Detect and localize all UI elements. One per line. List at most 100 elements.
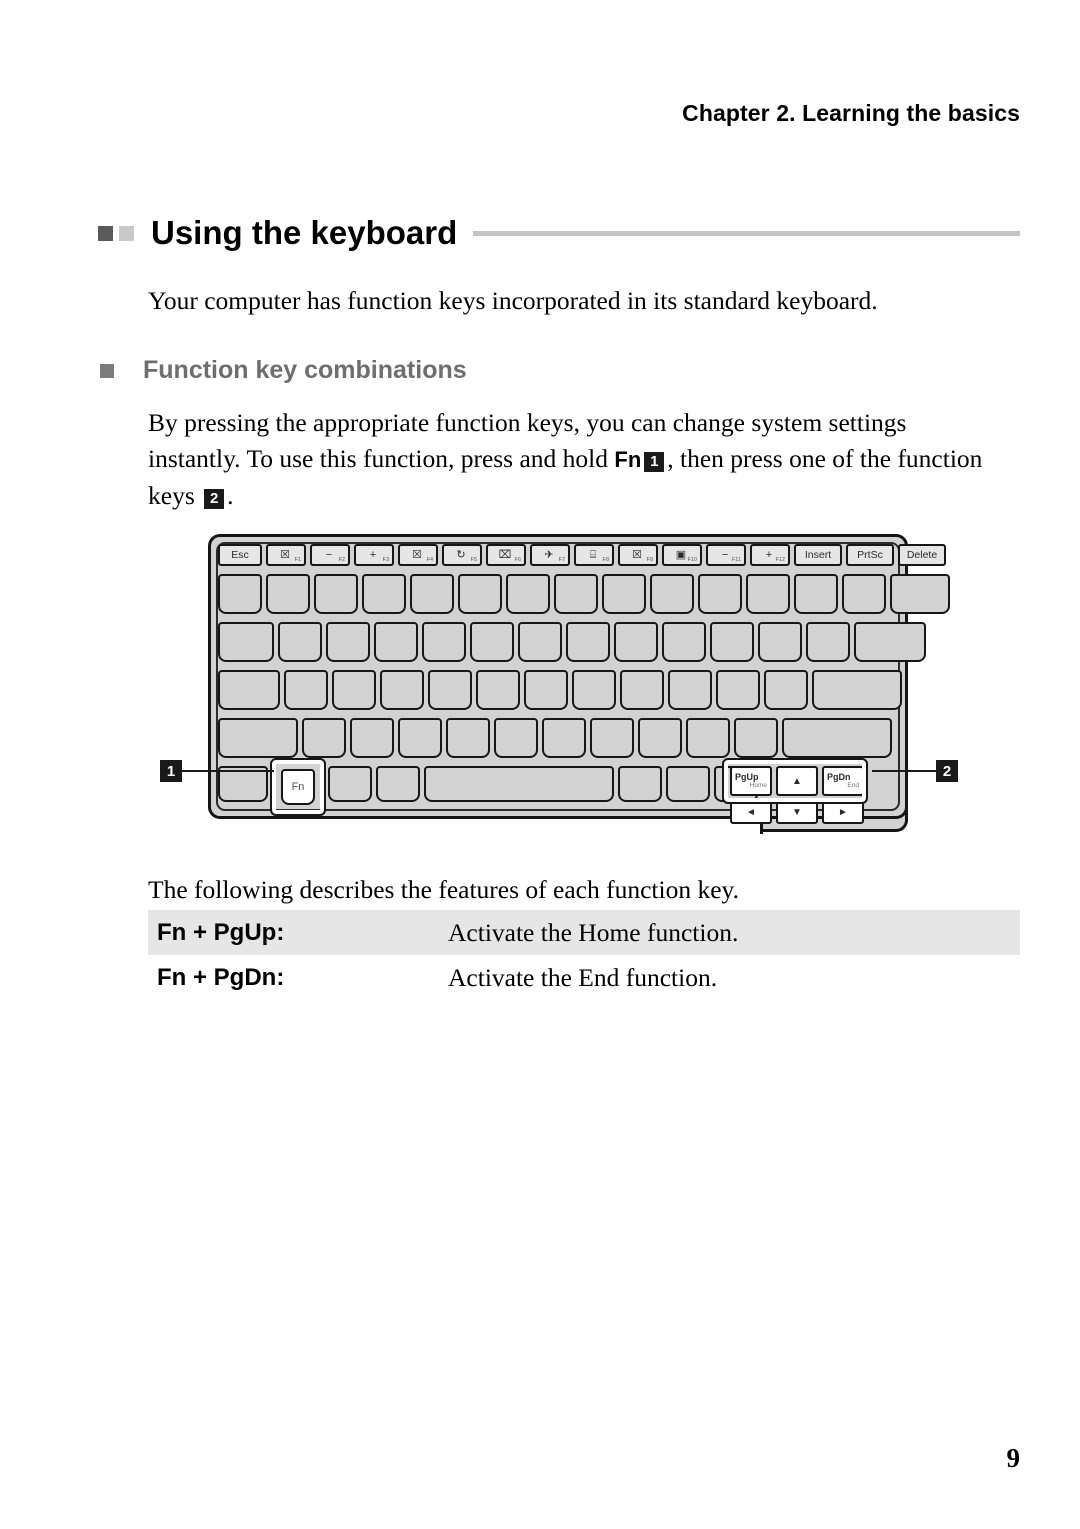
key-airplane-mode-icon[interactable]: ✈ F7 xyxy=(530,544,570,566)
keyboard-key[interactable] xyxy=(494,718,538,758)
keyboard-key[interactable] xyxy=(410,574,454,614)
keyboard-key[interactable] xyxy=(506,574,550,614)
keyboard-key[interactable] xyxy=(602,574,646,614)
keyboard-key[interactable] xyxy=(782,718,892,758)
keyboard-key[interactable] xyxy=(638,718,682,758)
key-touchpad-toggle-icon[interactable]: ⌧ F6 xyxy=(486,544,526,566)
table-cell-key-combo: Fn + PgDn: xyxy=(157,963,285,991)
keyboard-key[interactable] xyxy=(794,574,838,614)
touchpad-toggle-icon: ⌧ xyxy=(498,548,512,561)
keyboard-key[interactable] xyxy=(554,574,598,614)
keyboard-key[interactable] xyxy=(666,766,710,802)
keyboard-key[interactable] xyxy=(326,622,370,662)
key-brightness-up-icon[interactable]: + F12 xyxy=(750,544,790,566)
keyboard-key[interactable] xyxy=(746,574,790,614)
keyboard-key[interactable] xyxy=(572,670,616,710)
key-arrow-right[interactable]: ► xyxy=(822,800,864,824)
key-refresh-icon[interactable]: ↻ F5 xyxy=(442,544,482,566)
keyboard-key[interactable] xyxy=(758,622,802,662)
keyboard-key[interactable] xyxy=(278,622,322,662)
keyboard-key[interactable] xyxy=(218,574,262,614)
keyboard-key[interactable] xyxy=(218,718,298,758)
keyboard-key[interactable] xyxy=(698,574,742,614)
page-number: 9 xyxy=(1006,1443,1021,1473)
keyboard-key[interactable] xyxy=(618,766,662,802)
keyboard-key[interactable] xyxy=(524,670,568,710)
keyboard-key[interactable] xyxy=(302,718,346,758)
key-volume-up-icon[interactable]: + F3 xyxy=(354,544,394,566)
keyboard-key[interactable] xyxy=(590,718,634,758)
keyboard-key[interactable] xyxy=(734,718,778,758)
keyboard-key[interactable] xyxy=(686,718,730,758)
keyboard-diagram: Esc ☒ F1 − F2 + F3 ☒ F4 ↻ F5 ⌧ F6 ✈ F7 ⌸ F8 ☒ F9 ▣ F10− F11 + F… xyxy=(160,528,960,838)
keyboard-key[interactable] xyxy=(424,766,614,802)
key-label: Insert xyxy=(804,549,832,561)
key-arrow-left[interactable]: ◄ xyxy=(730,800,772,824)
keyboard-key[interactable] xyxy=(764,670,808,710)
keyboard-key[interactable] xyxy=(328,766,372,802)
keyboard-key[interactable] xyxy=(398,718,442,758)
keyboard-key[interactable] xyxy=(662,622,706,662)
keyboard-row-1 xyxy=(218,574,950,614)
keyboard-key[interactable] xyxy=(566,622,610,662)
keyboard-key[interactable] xyxy=(854,622,926,662)
key-label: PrtSc xyxy=(857,549,883,561)
body-line2a: instantly. To use this function, press a… xyxy=(148,444,615,473)
keyboard-key[interactable] xyxy=(374,622,418,662)
keyboard-key[interactable] xyxy=(668,670,712,710)
keyboard-key[interactable] xyxy=(218,670,280,710)
keyboard-key[interactable] xyxy=(458,574,502,614)
key-fnum-label: F3 xyxy=(382,557,389,563)
keyboard-key[interactable] xyxy=(266,574,310,614)
keyboard-key[interactable] xyxy=(446,718,490,758)
keyboard-key[interactable] xyxy=(890,574,950,614)
keyboard-key[interactable] xyxy=(376,766,420,802)
keyboard-key[interactable] xyxy=(362,574,406,614)
subheading-row: Function key combinations xyxy=(100,356,467,385)
keyboard-key[interactable] xyxy=(518,622,562,662)
keyboard-key[interactable] xyxy=(314,574,358,614)
keyboard-key[interactable] xyxy=(614,622,658,662)
keyboard-key[interactable] xyxy=(380,670,424,710)
keyboard-key[interactable] xyxy=(842,574,886,614)
keyboard-key[interactable] xyxy=(218,622,274,662)
function-key-row: Esc ☒ F1 − F2 + F3 ☒ F4 ↻ F5 ⌧ F6 ✈ F7 ⌸ F8 ☒ F9 ▣ F10− F11 + F… xyxy=(218,544,946,566)
key-insert[interactable]: Insert xyxy=(794,544,842,566)
key-camera-off-icon[interactable]: ☒ F9 xyxy=(618,544,658,566)
key-escape[interactable]: Esc xyxy=(218,544,262,566)
keyboard-key[interactable] xyxy=(650,574,694,614)
key-fnum-label: F1 xyxy=(294,557,301,563)
callout-marker-2: 2 xyxy=(936,760,958,782)
key-print-screen[interactable]: PrtSc xyxy=(846,544,894,566)
keyboard-key[interactable] xyxy=(806,622,850,662)
table-row: Fn + PgUp: Activate the Home function. xyxy=(148,910,1020,955)
inline-callout-badge-1: 1 xyxy=(644,452,665,472)
keyboard-key[interactable] xyxy=(476,670,520,710)
speaker-mute-icon: ☒ xyxy=(280,548,290,561)
keyboard-key[interactable] xyxy=(350,718,394,758)
keyboard-key[interactable] xyxy=(284,670,328,710)
key-delete[interactable]: Delete xyxy=(898,544,946,566)
keyboard-key[interactable] xyxy=(470,622,514,662)
page-title: Using the keyboard xyxy=(151,214,458,251)
heading-rule xyxy=(473,230,1020,236)
page-title-row: Using the keyboard xyxy=(98,214,1020,252)
brightness-down-icon: − xyxy=(721,548,729,561)
key-keyboard-backlight-icon[interactable]: ⌸ F8 xyxy=(574,544,614,566)
key-fn[interactable]: Fn xyxy=(281,769,315,805)
keyboard-key[interactable] xyxy=(422,622,466,662)
key-display-switch-icon[interactable]: ▣ F10 xyxy=(662,544,702,566)
keyboard-key[interactable] xyxy=(812,670,902,710)
keyboard-key[interactable] xyxy=(428,670,472,710)
key-volume-down-icon[interactable]: − F2 xyxy=(310,544,350,566)
key-microphone-mute-icon[interactable]: ☒ F4 xyxy=(398,544,438,566)
key-speaker-mute-icon[interactable]: ☒ F1 xyxy=(266,544,306,566)
key-brightness-down-icon[interactable]: − F11 xyxy=(706,544,746,566)
key-arrow-down[interactable]: ▼ xyxy=(776,800,818,824)
keyboard-key[interactable] xyxy=(710,622,754,662)
keyboard-key[interactable] xyxy=(332,670,376,710)
keyboard-key[interactable] xyxy=(716,670,760,710)
keyboard-key[interactable] xyxy=(542,718,586,758)
keyboard-key[interactable] xyxy=(620,670,664,710)
intro-paragraph: Your computer has function keys incorpor… xyxy=(148,286,878,315)
